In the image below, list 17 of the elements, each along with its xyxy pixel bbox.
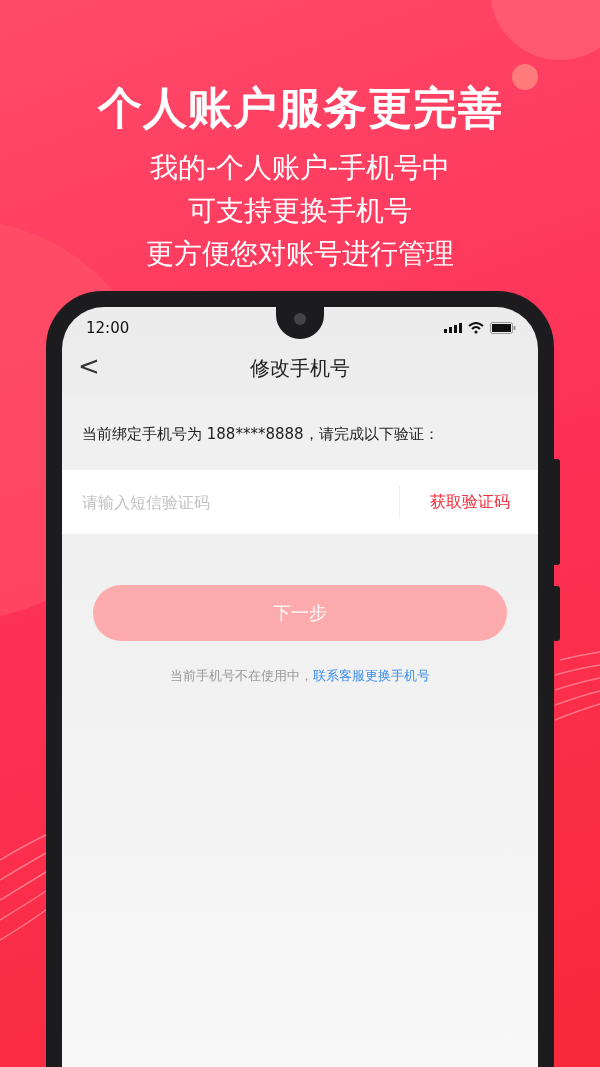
decorative-circle <box>512 64 538 90</box>
signal-icon <box>444 323 462 333</box>
headline: 个人账户服务更完善 <box>97 81 503 135</box>
camera-notch <box>276 307 324 339</box>
back-button[interactable]: < <box>78 351 100 381</box>
subtitle-line: 可支持更换手机号 <box>188 193 412 229</box>
page-title: 修改手机号 <box>250 354 350 382</box>
status-time: 12:00 <box>86 319 130 337</box>
get-code-button[interactable]: 获取验证码 <box>399 485 538 519</box>
stripes-drawing <box>554 651 600 721</box>
battery-icon <box>490 322 516 334</box>
help-text: 当前手机号不在使用中，联系客服更换手机号 <box>169 667 431 685</box>
code-input-field[interactable]: 请输入短信验证码 <box>62 492 399 512</box>
contact-service-link[interactable]: 联系客服更换手机号 <box>313 668 430 683</box>
subtitle-line: 更方便您对账号进行管理 <box>146 236 454 272</box>
subtitle-line: 我的-个人账户-手机号中 <box>149 150 451 186</box>
wifi-icon <box>468 322 484 334</box>
